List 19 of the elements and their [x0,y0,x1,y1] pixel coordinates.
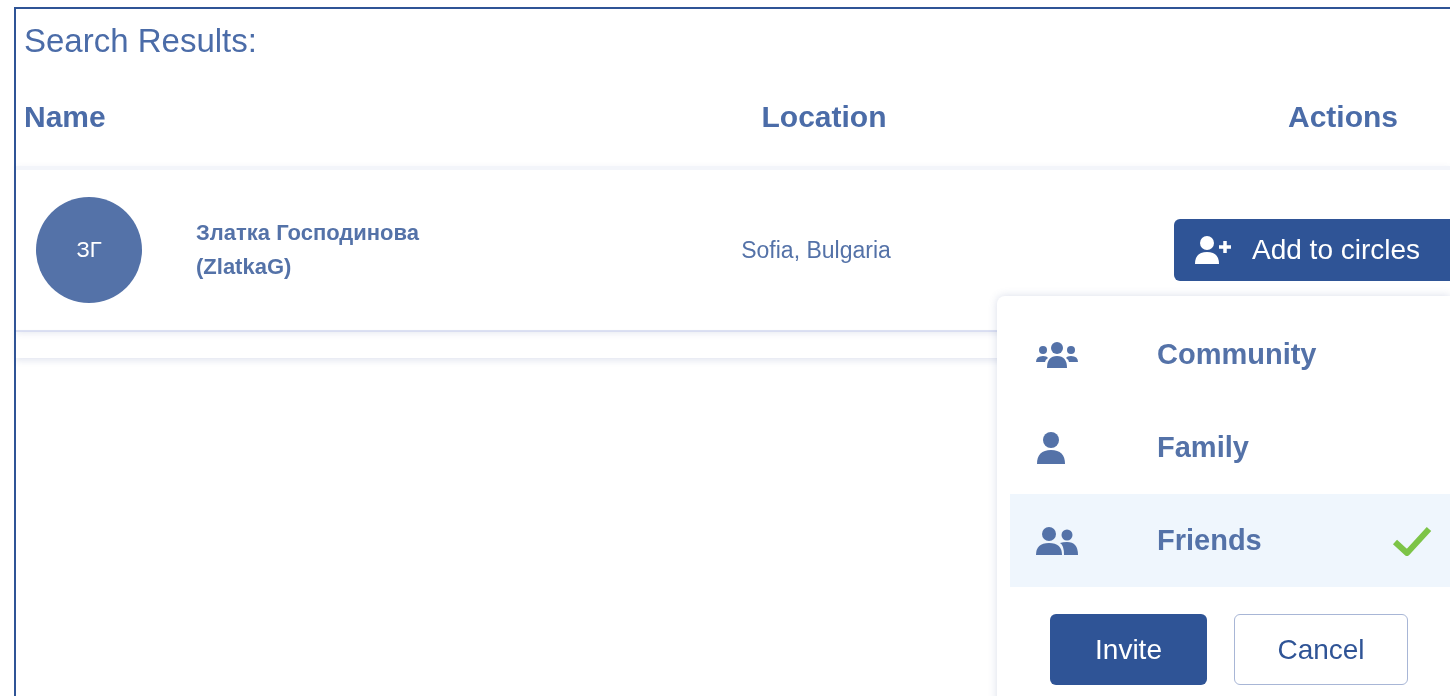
column-header: Actions [1288,100,1398,134]
person-icon [1036,431,1066,464]
column-header: Name [24,100,107,134]
circle-option[interactable]: Family [1010,401,1450,494]
group-icon [1036,340,1078,369]
person-name: Златка Господинова [196,220,419,246]
username: (ZlatkaG) [196,254,292,280]
circle-option[interactable]: Community [1010,308,1450,401]
checkmark-icon [1392,525,1432,556]
cancel-button[interactable]: Cancel [1234,614,1408,685]
avatar: ЗГ [36,197,142,303]
location-text: Sofia, Bulgaria [741,236,891,264]
circle-option[interactable]: Friends [1010,494,1450,587]
add-to-circles-button[interactable]: Add to circles [1174,219,1450,281]
search-results-title: Search Results: [23,21,258,61]
column-header: Location [761,100,887,134]
invite-button[interactable]: Invite [1050,614,1207,685]
user-plus-icon [1194,235,1234,265]
two-people-icon [1036,526,1078,555]
